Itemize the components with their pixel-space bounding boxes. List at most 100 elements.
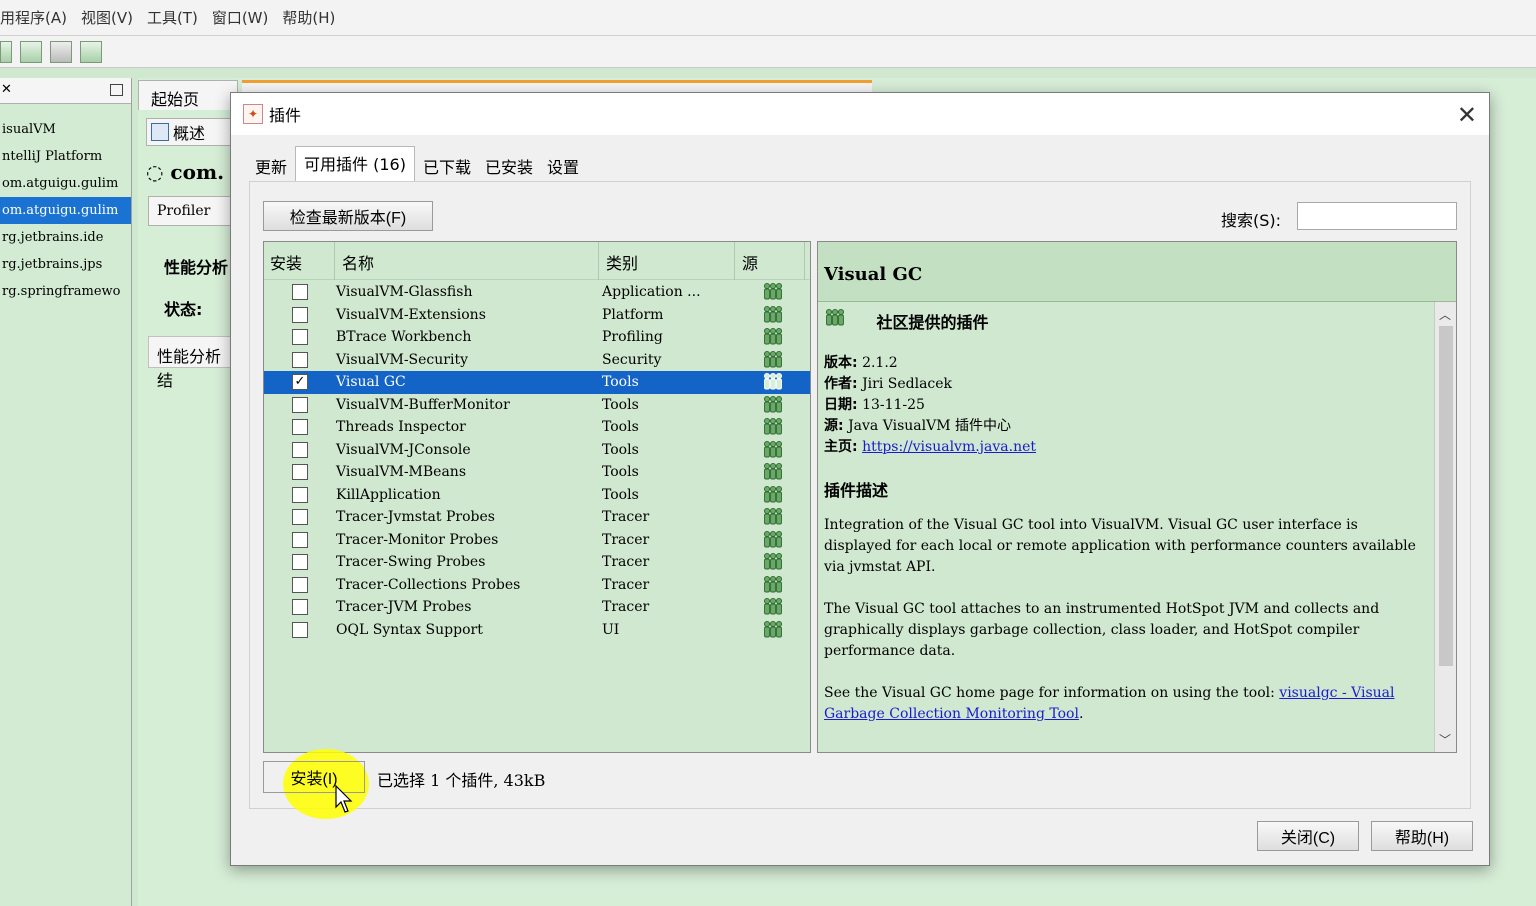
status-label: 状态:: [164, 300, 203, 319]
check-updates-button[interactable]: 检查最新版本(F): [263, 201, 433, 231]
plugin-name: Threads Inspector: [336, 419, 466, 435]
table-row[interactable]: VisualVM-JConsole Tools: [264, 439, 810, 462]
scroll-up-icon[interactable]: ︿: [1439, 306, 1451, 323]
install-checkbox[interactable]: [292, 599, 308, 615]
install-checkbox[interactable]: [292, 441, 308, 458]
tab-start-page[interactable]: 起始页: [138, 80, 238, 110]
tab-updates[interactable]: 更新: [249, 150, 293, 181]
menu-item[interactable]: 视图(V): [81, 7, 133, 28]
plugin-name: Visual GC: [336, 374, 406, 390]
close-icon[interactable]: ✕: [1457, 101, 1477, 129]
install-checkbox[interactable]: [292, 576, 308, 593]
install-checkbox[interactable]: [292, 419, 308, 435]
tree-item[interactable]: om.atguigu.gulim: [0, 170, 131, 197]
close-button[interactable]: 关闭(C): [1257, 821, 1359, 851]
tab-downloaded[interactable]: 已下载: [417, 150, 477, 181]
menu-item[interactable]: 帮助(H): [282, 7, 335, 28]
help-button[interactable]: 帮助(H): [1371, 821, 1473, 851]
table-row[interactable]: Tracer-Swing Probes Tracer: [264, 551, 810, 574]
community-source-icon: [762, 530, 784, 550]
toolbar-heap-icon[interactable]: [50, 40, 72, 63]
plugin-name: Tracer-JVM Probes: [336, 599, 472, 615]
community-source-icon: [762, 327, 784, 347]
community-source-icon: [762, 552, 784, 572]
plugin-name: Tracer-Collections Probes: [336, 576, 521, 593]
table-row[interactable]: BTrace Workbench Profiling: [264, 326, 810, 349]
install-checkbox[interactable]: [292, 621, 308, 638]
profiler-tab[interactable]: Profiler: [148, 196, 238, 226]
table-row[interactable]: Tracer-Monitor Probes Tracer: [264, 529, 810, 552]
date-label: 日期:: [824, 397, 858, 413]
table-row[interactable]: Tracer-JVM Probes Tracer: [264, 596, 810, 619]
minimize-icon[interactable]: [110, 84, 123, 96]
table-row[interactable]: VisualVM-Extensions Platform: [264, 304, 810, 327]
tree-item[interactable]: ntelliJ Platform: [0, 143, 131, 170]
table-row[interactable]: OQL Syntax Support UI: [264, 619, 810, 642]
table-row[interactable]: VisualVM-Security Security: [264, 349, 810, 372]
close-icon[interactable]: ✕: [1, 82, 12, 97]
table-row[interactable]: Tracer-Collections Probes Tracer: [264, 574, 810, 597]
column-category[interactable]: 类别: [606, 250, 638, 274]
tree-item[interactable]: om.atguigu.gulim: [0, 197, 131, 224]
panel-header: ✕: [0, 78, 131, 104]
install-checkbox[interactable]: [292, 531, 308, 548]
table-row[interactable]: VisualVM-MBeans Tools: [264, 461, 810, 484]
table-row[interactable]: ✓ Visual GC Tools: [264, 371, 810, 394]
column-source[interactable]: 源: [742, 250, 758, 274]
menu-item[interactable]: 窗口(W): [212, 7, 269, 28]
homepage-link[interactable]: https://visualvm.java.net: [862, 439, 1036, 455]
plugin-category: Application ...: [602, 284, 701, 300]
plugin-name: VisualVM-Security: [336, 351, 468, 368]
install-checkbox[interactable]: [292, 284, 308, 300]
table-row[interactable]: Threads Inspector Tools: [264, 416, 810, 439]
tree-item[interactable]: isualVM: [0, 116, 131, 143]
toolbar-add-icon[interactable]: [0, 40, 12, 63]
install-checkbox[interactable]: [292, 554, 308, 570]
plugin-category: Tracer: [602, 576, 650, 593]
plugin-name: Tracer-Monitor Probes: [336, 531, 499, 548]
search-input[interactable]: [1297, 202, 1457, 230]
tree-item[interactable]: rg.jetbrains.jps: [0, 251, 131, 278]
dialog-title: 插件: [269, 106, 302, 125]
tab-installed[interactable]: 已安装: [479, 150, 539, 181]
install-checkbox[interactable]: [292, 509, 308, 525]
plugin-name: Tracer-Jvmstat Probes: [336, 509, 495, 525]
install-checkbox[interactable]: [292, 396, 308, 413]
plugin-category: Tracer: [602, 599, 650, 615]
scroll-down-icon[interactable]: ﹀: [1439, 731, 1451, 748]
column-name[interactable]: 名称: [342, 250, 374, 274]
menu-item[interactable]: 工具(T): [147, 7, 198, 28]
applications-panel: ✕ isualVM ntelliJ Platform om.atguigu.guli…: [0, 78, 132, 906]
menu-item[interactable]: 用程序(A): [0, 7, 67, 28]
column-install[interactable]: 安装: [270, 250, 302, 274]
toolbar-jmx-icon[interactable]: [20, 40, 42, 63]
plugin-category: Tools: [602, 396, 639, 413]
tree-item[interactable]: rg.springframewo: [0, 278, 131, 305]
table-row[interactable]: Tracer-Jvmstat Probes Tracer: [264, 506, 810, 529]
plugin-category: Platform: [602, 306, 664, 323]
perf-label: 性能分析: [164, 258, 229, 277]
install-checkbox[interactable]: [292, 329, 308, 345]
table-row[interactable]: VisualVM-Glassfish Application ...: [264, 281, 810, 304]
table-row[interactable]: VisualVM-BufferMonitor Tools: [264, 394, 810, 417]
scroll-thumb[interactable]: [1439, 326, 1453, 666]
tab-overview[interactable]: 概述: [146, 118, 236, 146]
install-checkbox[interactable]: [292, 351, 308, 368]
tab-settings[interactable]: 设置: [541, 150, 585, 181]
install-checkbox[interactable]: [292, 464, 308, 480]
detail-body: 社区提供的插件 版本: 2.1.2 作者: Jiri Sedlacek 日期: …: [824, 308, 1428, 725]
tab-available[interactable]: 可用插件 (16): [295, 146, 415, 181]
plugin-category: Tools: [602, 419, 639, 435]
version-value: 2.1.2: [862, 355, 898, 371]
plugin-category: Tools: [602, 486, 639, 503]
tree-item[interactable]: rg.jetbrains.ide: [0, 224, 131, 251]
plugin-detail-panel: Visual GC 社区提供的插件 版本: 2.1.2 作者: Jiri Sed…: [817, 241, 1457, 753]
plugin-name: KillApplication: [336, 486, 441, 503]
table-row[interactable]: KillApplication Tools: [264, 484, 810, 507]
install-checkbox[interactable]: ✓: [292, 374, 308, 390]
toolbar-snapshot-icon[interactable]: [80, 40, 102, 63]
detail-scrollbar[interactable]: ︿ ﹀: [1434, 302, 1456, 752]
plugin-name: VisualVM-MBeans: [336, 464, 466, 480]
install-checkbox[interactable]: [292, 486, 308, 503]
install-checkbox[interactable]: [292, 306, 308, 323]
